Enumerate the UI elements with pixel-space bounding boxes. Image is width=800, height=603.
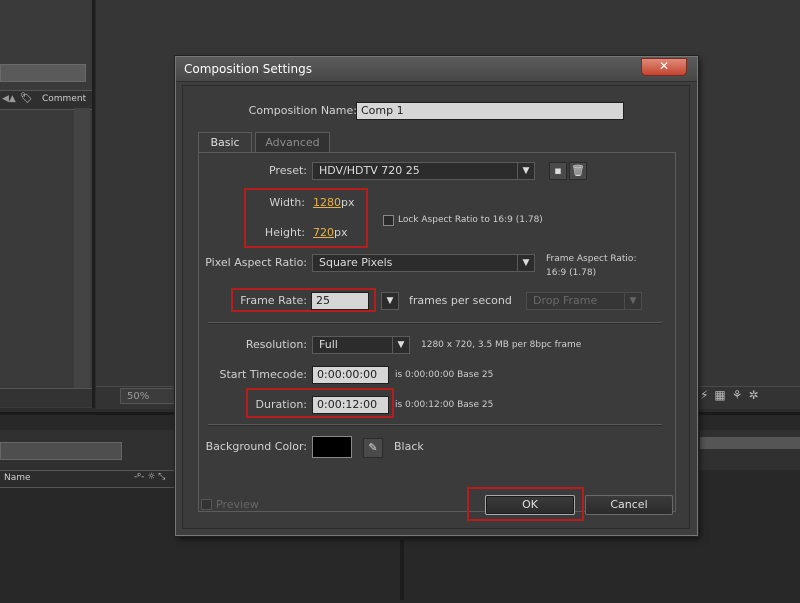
duration-input[interactable]: 0:00:12:00 — [312, 396, 389, 414]
tag-icon: 🏷 — [20, 93, 33, 104]
frame-rate-label: Frame Rate: — [240, 294, 307, 307]
lock-aspect-label: Lock Aspect Ratio to 16:9 (1.78) — [398, 215, 543, 225]
chevron-down-icon: ▼ — [517, 163, 534, 179]
eyedropper-icon: ✎ — [368, 441, 378, 454]
tab-advanced[interactable]: Advanced — [255, 132, 330, 152]
frame-rate-dropdown[interactable]: ▼ — [381, 292, 399, 310]
lock-aspect-checkbox[interactable] — [383, 215, 394, 226]
height-label: Height: — [264, 226, 305, 239]
start-timecode-info: is 0:00:00:00 Base 25 — [395, 370, 494, 380]
resolution-dropdown[interactable]: Full ▼ — [312, 336, 410, 354]
pixel-aspect-label: Pixel Aspect Ratio: — [205, 256, 307, 269]
layer-switches-icons[interactable]: -ᵖ- ☼ ⤡ — [134, 472, 165, 482]
preset-label: Preset: — [268, 164, 307, 177]
width-unit: px — [341, 196, 355, 209]
tab-basic[interactable]: Basic — [198, 132, 252, 152]
project-bottom-bar — [0, 388, 92, 407]
column-comment[interactable]: Comment — [42, 94, 86, 104]
start-timecode-input[interactable]: 0:00:00:00 — [312, 366, 389, 384]
background-color-swatch[interactable] — [312, 436, 352, 458]
save-icon: ▪ — [554, 164, 562, 177]
preview-checkbox — [201, 499, 212, 510]
timeline-column-header: Name -ᵖ- ☼ ⤡ — [0, 470, 180, 488]
ok-button[interactable]: OK — [485, 495, 575, 515]
height-unit: px — [334, 226, 348, 239]
timeline-search-input[interactable] — [0, 442, 122, 460]
start-timecode-label: Start Timecode: — [219, 368, 307, 381]
close-icon: ✕ — [658, 59, 670, 73]
dialog-titlebar[interactable]: Composition Settings ✕ — [176, 57, 697, 82]
chevron-down-icon: ▼ — [392, 337, 409, 353]
drop-frame-dropdown: Drop Frame ▼ — [526, 292, 642, 310]
dialog-body: Composition Name: Comp 1 Basic Advanced … — [182, 85, 690, 529]
close-button[interactable]: ✕ — [641, 58, 687, 76]
sort-arrow-icon[interactable]: ◀▲ — [2, 94, 16, 104]
eyedropper-button[interactable]: ✎ — [363, 438, 383, 458]
composition-settings-dialog: Composition Settings ✕ Composition Name:… — [175, 56, 698, 536]
preset-dropdown[interactable]: HDV/HDTV 720 25 ▼ — [312, 162, 535, 180]
save-preset-button[interactable]: ▪ — [549, 162, 567, 180]
duration-info: is 0:00:12:00 Base 25 — [395, 400, 494, 410]
width-value[interactable]: 1280 — [313, 196, 341, 209]
resolution-info: 1280 x 720, 3.5 MB per 8bpc frame — [421, 340, 582, 350]
time-ruler[interactable] — [700, 437, 800, 449]
background-color-name: Black — [394, 440, 424, 453]
frame-aspect-label: Frame Aspect Ratio: — [546, 254, 637, 264]
project-scrollbar[interactable] — [74, 108, 90, 388]
section-divider — [208, 322, 662, 324]
composition-name-input[interactable]: Comp 1 — [356, 102, 624, 120]
width-label: Width: — [269, 196, 305, 209]
zoom-dropdown[interactable]: 50% — [120, 388, 176, 404]
frame-aspect-value: 16:9 (1.78) — [546, 268, 597, 278]
column-name[interactable]: Name — [4, 473, 31, 483]
viewer-toolbar-icons[interactable]: ⚡▦⚘✲ — [700, 388, 765, 402]
delete-preset-button[interactable]: 🗑 — [569, 162, 587, 180]
project-search-input[interactable] — [0, 64, 86, 82]
cancel-button[interactable]: Cancel — [585, 495, 673, 515]
trash-icon: 🗑 — [571, 164, 585, 177]
resolution-value: Full — [319, 338, 338, 351]
drop-frame-value: Drop Frame — [533, 294, 598, 307]
background-color-label: Background Color: — [205, 440, 307, 453]
resolution-label: Resolution: — [245, 338, 307, 351]
frame-rate-input[interactable]: 25 — [311, 292, 369, 310]
panel-divider[interactable] — [400, 540, 404, 600]
height-value[interactable]: 720 — [313, 226, 334, 239]
composition-name-label: Composition Name: — [248, 104, 357, 117]
preset-value: HDV/HDTV 720 25 — [319, 164, 420, 177]
dialog-title: Composition Settings — [184, 62, 312, 76]
duration-label: Duration: — [255, 398, 307, 411]
pixel-aspect-value: Square Pixels — [319, 256, 393, 269]
frame-rate-unit: frames per second — [409, 294, 512, 307]
chevron-down-icon: ▼ — [517, 255, 534, 271]
section-divider — [208, 424, 662, 426]
chevron-down-icon: ▼ — [624, 293, 641, 309]
preview-label: Preview — [216, 498, 259, 511]
pixel-aspect-dropdown[interactable]: Square Pixels ▼ — [312, 254, 535, 272]
chevron-down-icon: ▼ — [386, 296, 394, 306]
project-column-header: ◀▲ 🏷 Comment — [0, 90, 92, 110]
